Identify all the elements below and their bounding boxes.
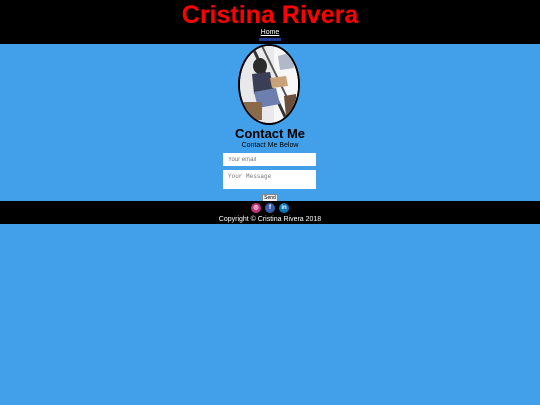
contact-title: Contact Me [234, 126, 306, 141]
contact-subtitle: Contact Me Below [241, 142, 299, 149]
profile-photo [238, 44, 300, 125]
social-links: ◎ f in [0, 203, 540, 213]
message-field[interactable] [223, 170, 316, 189]
email-field[interactable] [223, 153, 316, 166]
site-title: Cristina Rivera [181, 1, 359, 29]
instagram-icon[interactable]: ◎ [251, 203, 261, 213]
nav-active-indicator [259, 38, 281, 41]
linkedin-icon[interactable]: in [279, 203, 289, 213]
nav-home-link[interactable]: Home [0, 28, 540, 37]
copyright-text: Copyright © Cristina Rivera 2018 [218, 216, 322, 223]
facebook-icon[interactable]: f [265, 203, 275, 213]
